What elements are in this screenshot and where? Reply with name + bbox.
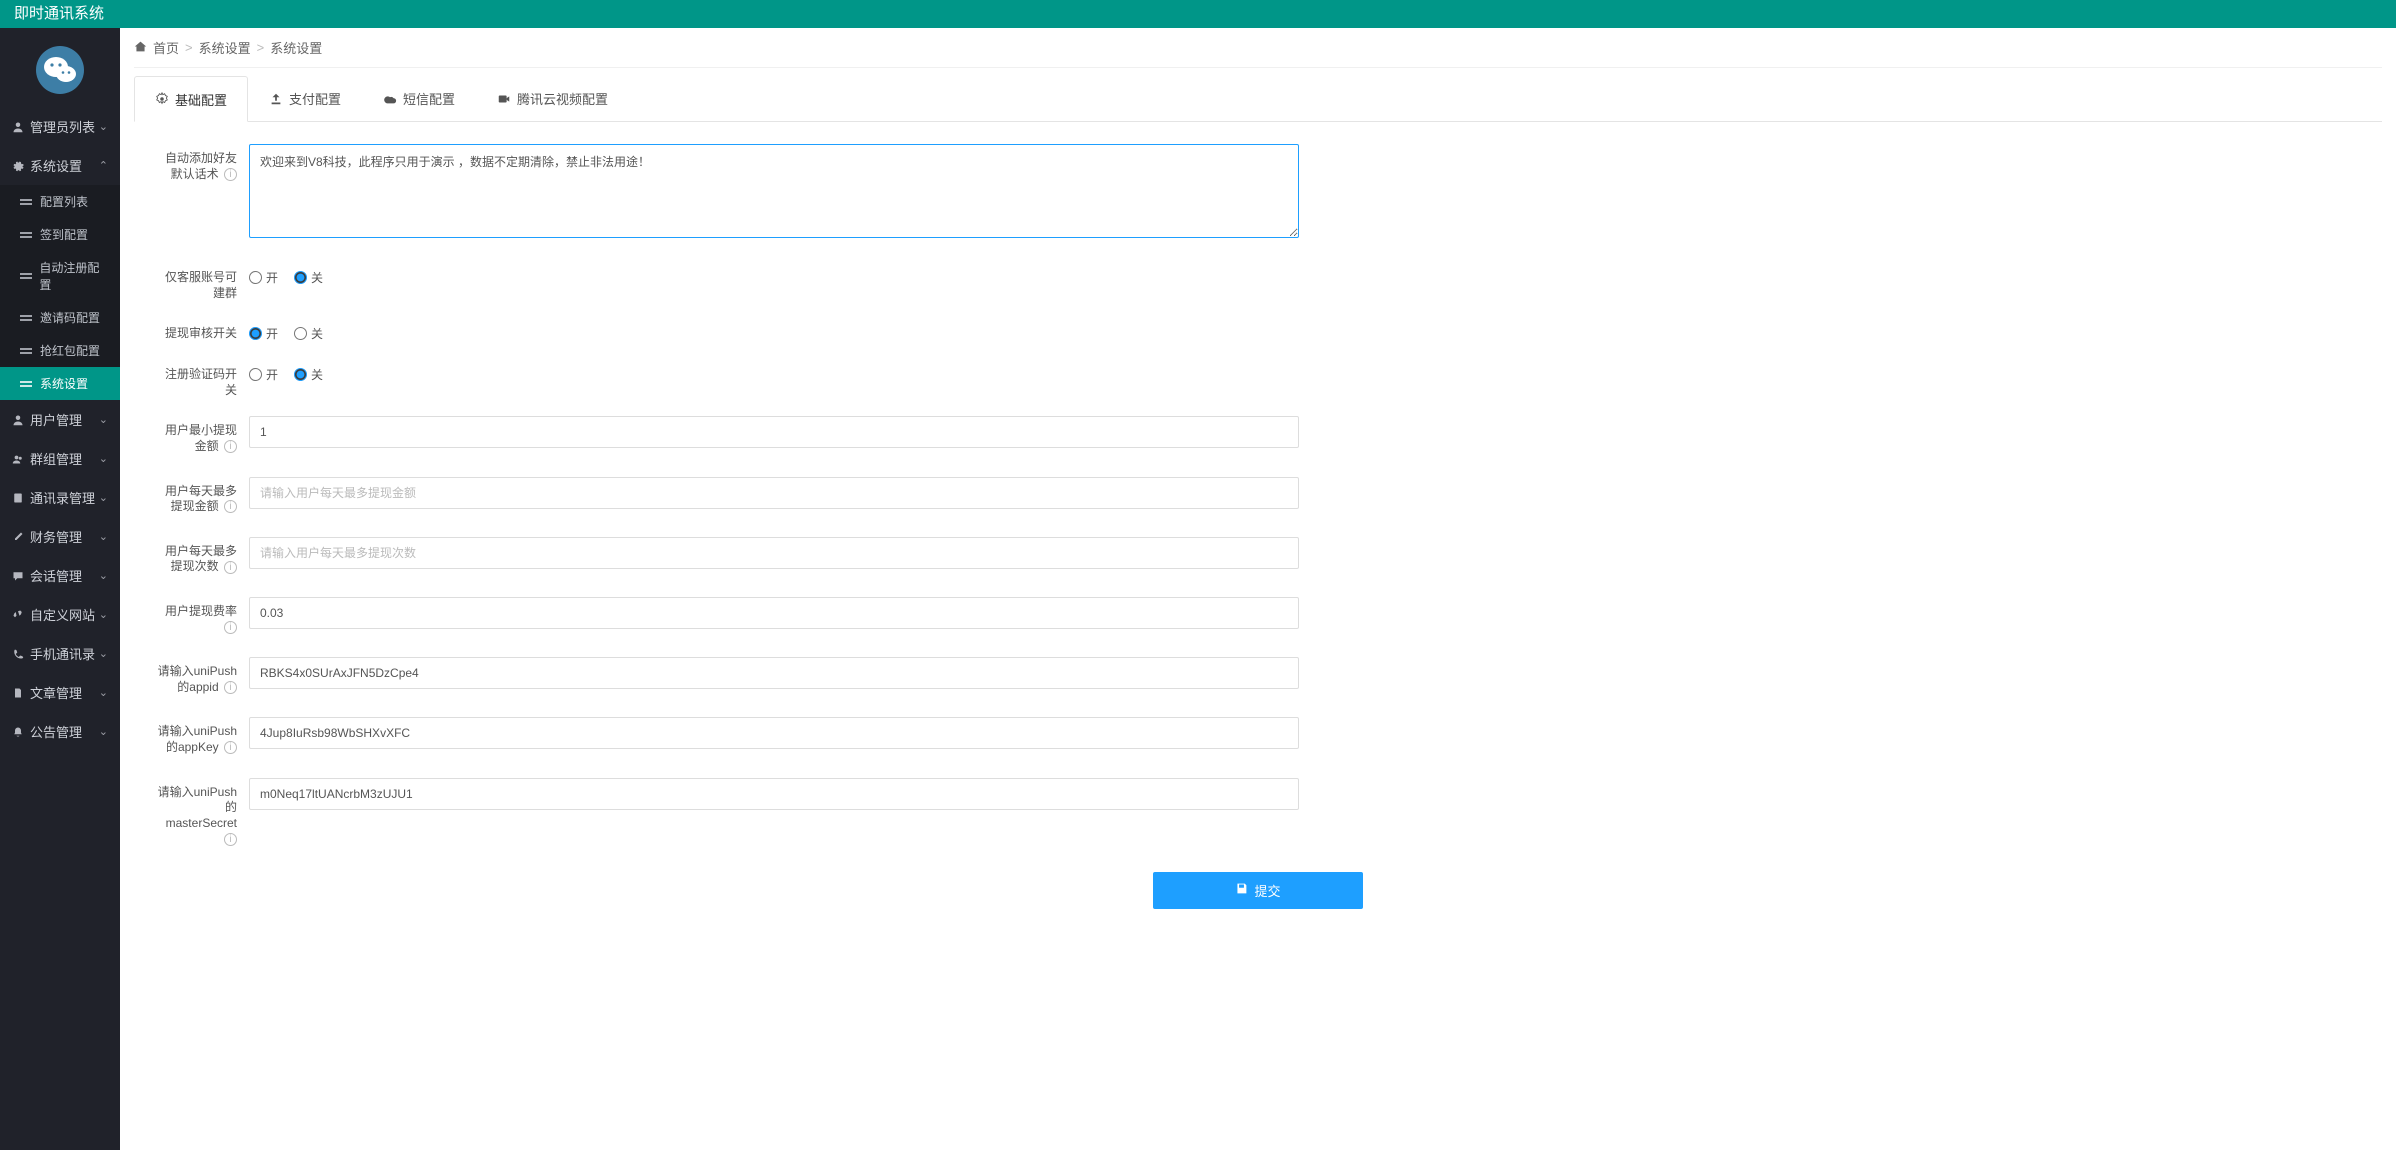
hint-icon[interactable]: i [224,168,237,181]
sidebar-item-groups[interactable]: 群组管理⌄ [0,439,120,478]
chat-icon [12,570,24,582]
hint-icon[interactable]: i [224,621,237,634]
chevron-down-icon: ⌄ [99,491,108,504]
auto-friend-msg-textarea[interactable] [249,144,1299,238]
sidebar-item-phonebook[interactable]: 手机通讯录⌄ [0,634,120,673]
sidebar-sub-invitecode[interactable]: 邀请码配置 [0,301,120,334]
unipush-appid-input[interactable] [249,657,1299,689]
users-icon [12,453,24,465]
chevron-up-icon: ⌃ [99,159,108,172]
tab-payment[interactable]: 支付配置 [248,76,362,121]
withdraw-audit-off-radio[interactable]: 关 [294,325,323,342]
onlykf-off-radio[interactable]: 关 [294,269,323,286]
tabs: 基础配置 支付配置 短信配置 腾讯云视频配置 [134,76,2382,122]
chevron-down-icon: ⌄ [99,120,108,133]
cloud-icon [383,92,397,106]
chevron-down-icon: ⌄ [99,413,108,426]
form: 自动添加好友默认话术 i 仅客服账号可建群 开 关 提现审核开关 开 关 注册验… [134,144,2382,909]
app-title: 即时通讯系统 [14,5,104,22]
list-icon [20,197,32,207]
breadcrumb-home[interactable]: 首页 [153,38,179,57]
video-icon [497,92,511,106]
list-icon [20,230,32,240]
list-icon [20,313,32,323]
tab-basic[interactable]: 基础配置 [134,76,248,122]
save-icon [1235,882,1248,898]
bell-icon [12,726,24,738]
list-icon [20,346,32,356]
doc-icon [12,687,24,699]
reg-captcha-off-radio[interactable]: 关 [294,366,323,383]
tab-tencent-video[interactable]: 腾讯云视频配置 [476,76,629,121]
chevron-down-icon: ⌄ [99,608,108,621]
withdraw-audit-on-radio[interactable]: 开 [249,325,278,342]
max-withdraw-count-input[interactable] [249,537,1299,569]
breadcrumb-l1[interactable]: 系统设置 [199,38,251,57]
sidebar-item-contacts[interactable]: 通讯录管理⌄ [0,478,120,517]
chevron-down-icon: ⌄ [99,569,108,582]
hint-icon[interactable]: i [224,561,237,574]
gear-icon [12,160,24,172]
withdraw-rate-input[interactable] [249,597,1299,629]
user-icon [12,414,24,426]
user-icon [12,121,24,133]
sidebar-sub-configlist[interactable]: 配置列表 [0,185,120,218]
edit-icon [12,531,24,543]
onlykf-on-radio[interactable]: 开 [249,269,278,286]
sidebar-sub-checkin[interactable]: 签到配置 [0,218,120,251]
tab-sms[interactable]: 短信配置 [362,76,476,121]
sidebar-submenu-system: 配置列表 签到配置 自动注册配置 邀请码配置 抢红包配置 系统设置 [0,185,120,400]
unipush-appkey-input[interactable] [249,717,1299,749]
chevron-down-icon: ⌄ [99,725,108,738]
hint-icon[interactable]: i [224,741,237,754]
sidebar-sub-autoregister[interactable]: 自动注册配置 [0,251,120,301]
sidebar-item-customsite[interactable]: 自定义网站⌄ [0,595,120,634]
breadcrumb: 首页 > 系统设置 > 系统设置 [134,28,2382,68]
chevron-down-icon: ⌄ [99,452,108,465]
gear-icon [155,92,169,106]
upload-icon [269,92,283,106]
link-icon [12,609,24,621]
phone-icon [12,648,24,660]
home-icon [134,40,147,56]
sidebar-item-sessions[interactable]: 会话管理⌄ [0,556,120,595]
hint-icon[interactable]: i [224,681,237,694]
chevron-down-icon: ⌄ [99,530,108,543]
reg-captcha-on-radio[interactable]: 开 [249,366,278,383]
sidebar-sub-redpacket[interactable]: 抢红包配置 [0,334,120,367]
sidebar-item-users[interactable]: 用户管理⌄ [0,400,120,439]
max-withdraw-amount-input[interactable] [249,477,1299,509]
hint-icon[interactable]: i [224,500,237,513]
sidebar-item-finance[interactable]: 财务管理⌄ [0,517,120,556]
logo [0,28,120,107]
chevron-down-icon: ⌄ [99,686,108,699]
sidebar-sub-systemset[interactable]: 系统设置 [0,367,120,400]
min-withdraw-input[interactable] [249,416,1299,448]
hint-icon[interactable]: i [224,833,237,846]
sidebar-item-articles[interactable]: 文章管理⌄ [0,673,120,712]
list-icon [20,379,32,389]
main-content: 首页 > 系统设置 > 系统设置 基础配置 支付配置 短信配置 腾讯云视频配置 … [120,28,2396,1150]
list-icon [20,271,31,281]
breadcrumb-l2: 系统设置 [270,38,322,57]
unipush-secret-input[interactable] [249,778,1299,810]
app-header: 即时通讯系统 [0,0,2396,28]
chevron-down-icon: ⌄ [99,647,108,660]
sidebar-item-admins[interactable]: 管理员列表 ⌄ [0,107,120,146]
book-icon [12,492,24,504]
submit-button[interactable]: 提交 [1153,872,1363,909]
sidebar-item-notices[interactable]: 公告管理⌄ [0,712,120,751]
hint-icon[interactable]: i [224,440,237,453]
sidebar-item-system[interactable]: 系统设置 ⌃ [0,146,120,185]
sidebar: 管理员列表 ⌄ 系统设置 ⌃ 配置列表 签到配置 自动注册配置 邀请码配置 抢红… [0,28,120,1150]
